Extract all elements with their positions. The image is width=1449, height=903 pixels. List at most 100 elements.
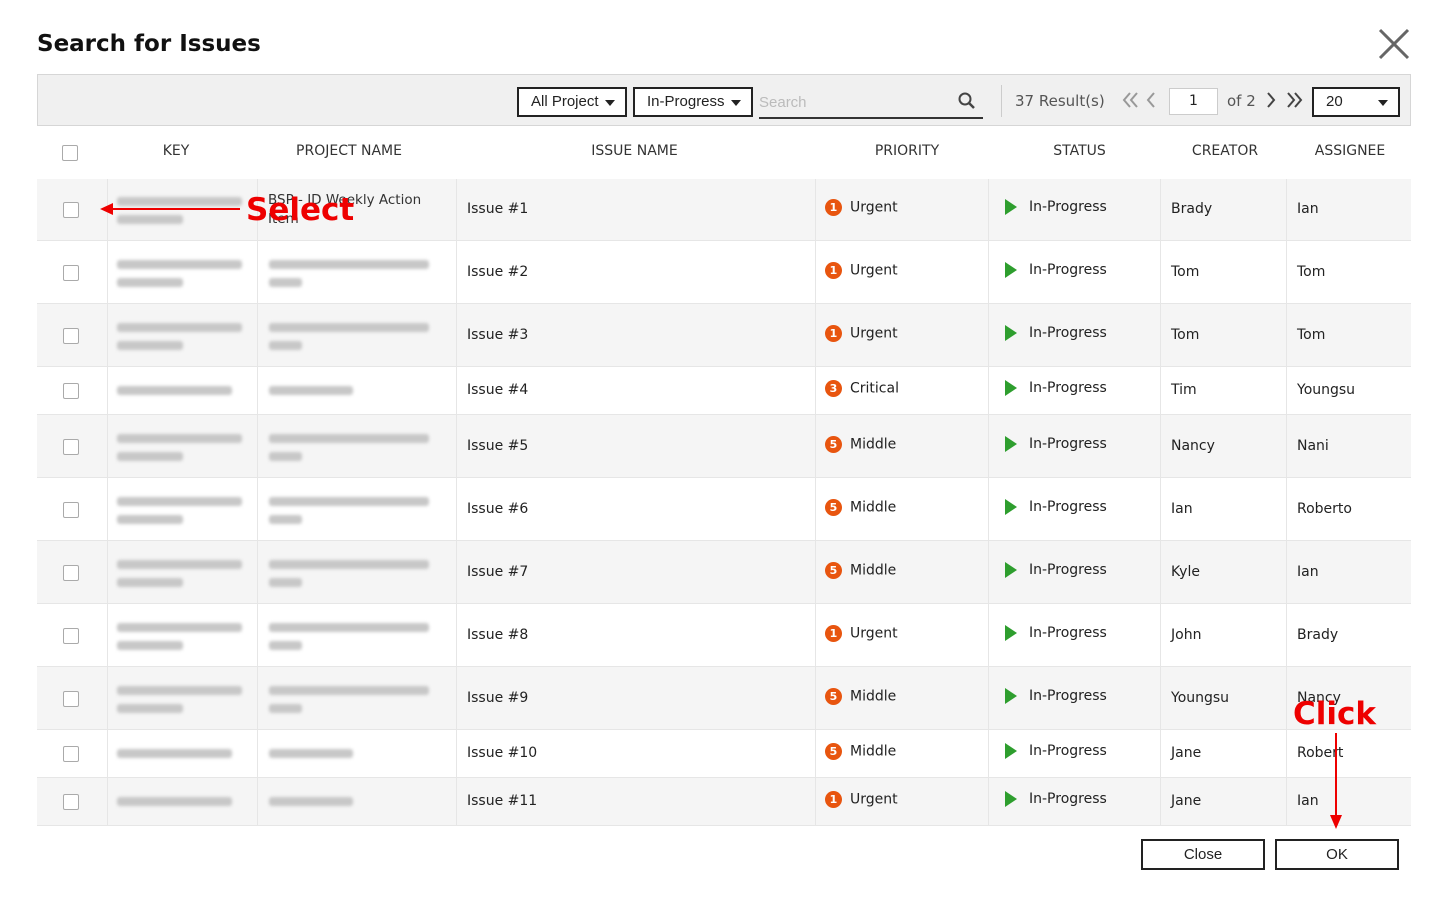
priority-badge: 5	[825, 688, 842, 705]
priority-badge: 1	[825, 791, 842, 808]
issue-name-cell[interactable]: Issue #9	[467, 690, 528, 706]
search-icon[interactable]	[957, 91, 977, 111]
row-checkbox[interactable]	[63, 628, 79, 644]
status-cell: In-Progress	[1005, 562, 1107, 578]
play-icon	[1005, 199, 1017, 215]
table-row[interactable]: Issue #7 5 Middle In-Progress Kyle Ian	[37, 541, 1411, 604]
table-row[interactable]: BSP - JD Weekly Action Item Issue #1 1 Urge…	[37, 179, 1411, 241]
column-divider	[1160, 415, 1161, 477]
column-divider	[988, 241, 989, 303]
creator-cell: Nancy	[1171, 438, 1215, 454]
page-size-select[interactable]: 20	[1312, 87, 1400, 117]
key-redacted	[117, 497, 242, 506]
key-redacted	[117, 341, 183, 350]
project-redacted	[269, 686, 429, 695]
column-divider	[1160, 604, 1161, 666]
column-divider	[815, 179, 816, 240]
status-filter-select[interactable]: In-Progress	[633, 87, 753, 117]
page-size-value: 20	[1326, 93, 1343, 110]
creator-cell: Tom	[1171, 327, 1200, 343]
row-checkbox[interactable]	[63, 265, 79, 281]
column-divider	[257, 604, 258, 666]
row-checkbox[interactable]	[63, 691, 79, 707]
first-page-icon[interactable]	[1121, 90, 1141, 110]
column-divider	[257, 304, 258, 366]
search-input[interactable]	[759, 89, 949, 115]
page-number-input[interactable]: 1	[1169, 88, 1218, 115]
issue-name-cell[interactable]: Issue #11	[467, 793, 537, 809]
issue-name-cell[interactable]: Issue #1	[467, 201, 528, 217]
table-row[interactable]: Issue #4 3 Critical In-Progress Tim Youngsu	[37, 367, 1411, 415]
priority-badge: 1	[825, 625, 842, 642]
close-icon[interactable]	[1376, 26, 1412, 62]
column-divider	[815, 478, 816, 540]
key-redacted	[117, 641, 183, 650]
issue-name-cell[interactable]: Issue #6	[467, 501, 528, 517]
row-checkbox[interactable]	[63, 565, 79, 581]
status-label: In-Progress	[1029, 499, 1107, 515]
play-icon	[1005, 499, 1017, 515]
creator-cell: John	[1171, 627, 1202, 643]
status-cell: In-Progress	[1005, 380, 1107, 396]
table-row[interactable]: Issue #2 1 Urgent In-Progress Tom Tom	[37, 241, 1411, 304]
column-divider	[988, 730, 989, 777]
issue-name-cell[interactable]: Issue #8	[467, 627, 528, 643]
project-redacted	[269, 797, 353, 806]
table-row[interactable]: Issue #8 1 Urgent In-Progress John Brady	[37, 604, 1411, 667]
table-row[interactable]: Issue #6 5 Middle In-Progress Ian Roberto	[37, 478, 1411, 541]
issue-name-cell[interactable]: Issue #5	[467, 438, 528, 454]
column-divider	[815, 730, 816, 777]
row-checkbox[interactable]	[63, 328, 79, 344]
prev-page-icon[interactable]	[1144, 90, 1158, 110]
issue-name-cell[interactable]: Issue #7	[467, 564, 528, 580]
row-checkbox[interactable]	[63, 439, 79, 455]
project-filter-select[interactable]: All Project	[517, 87, 627, 117]
select-all-checkbox[interactable]	[62, 145, 78, 161]
column-divider	[456, 478, 457, 540]
search-box	[759, 89, 983, 119]
project-redacted	[269, 278, 302, 287]
creator-cell: Jane	[1171, 793, 1202, 809]
ok-button[interactable]: OK	[1275, 839, 1399, 870]
column-divider	[107, 415, 108, 477]
row-checkbox[interactable]	[63, 202, 79, 218]
row-checkbox[interactable]	[63, 794, 79, 810]
status-label: In-Progress	[1029, 199, 1107, 215]
table-row[interactable]: Issue #11 1 Urgent In-Progress Jane Ian	[37, 778, 1411, 826]
project-redacted	[269, 341, 302, 350]
issue-name-cell[interactable]: Issue #2	[467, 264, 528, 280]
column-divider	[988, 541, 989, 603]
next-page-icon[interactable]	[1264, 90, 1278, 110]
filter-toolbar: All Project In-Progress 37 Result(s) 1 o…	[37, 74, 1411, 126]
priority-cell: 3 Critical	[825, 380, 899, 397]
priority-cell: 1 Urgent	[825, 262, 898, 279]
key-redacted	[117, 434, 242, 443]
dialog-title: Search for Issues	[37, 31, 261, 57]
status-label: In-Progress	[1029, 436, 1107, 452]
row-checkbox[interactable]	[63, 746, 79, 762]
priority-cell: 5 Middle	[825, 436, 896, 453]
column-divider	[815, 367, 816, 414]
column-divider	[257, 667, 258, 729]
column-divider	[456, 367, 457, 414]
table-row[interactable]: Issue #9 5 Middle In-Progress Youngsu Nancy	[37, 667, 1411, 730]
table-row[interactable]: Issue #10 5 Middle In-Progress Jane Robert	[37, 730, 1411, 778]
issue-name-cell[interactable]: Issue #3	[467, 327, 528, 343]
row-checkbox[interactable]	[63, 383, 79, 399]
last-page-icon[interactable]	[1284, 90, 1304, 110]
table-row[interactable]: Issue #3 1 Urgent In-Progress Tom Tom	[37, 304, 1411, 367]
header-priority: PRIORITY	[874, 143, 940, 159]
issue-name-cell[interactable]: Issue #4	[467, 382, 528, 398]
column-divider	[815, 241, 816, 303]
column-divider	[107, 730, 108, 777]
row-checkbox[interactable]	[63, 502, 79, 518]
close-button[interactable]: Close	[1141, 839, 1265, 870]
play-icon	[1005, 380, 1017, 396]
play-icon	[1005, 743, 1017, 759]
table-row[interactable]: Issue #5 5 Middle In-Progress Nancy Nani	[37, 415, 1411, 478]
issue-name-cell[interactable]: Issue #10	[467, 745, 537, 761]
assignee-cell: Brady	[1297, 627, 1339, 643]
status-cell: In-Progress	[1005, 791, 1107, 807]
results-count: 37 Result(s)	[1015, 92, 1105, 110]
column-divider	[988, 179, 989, 240]
